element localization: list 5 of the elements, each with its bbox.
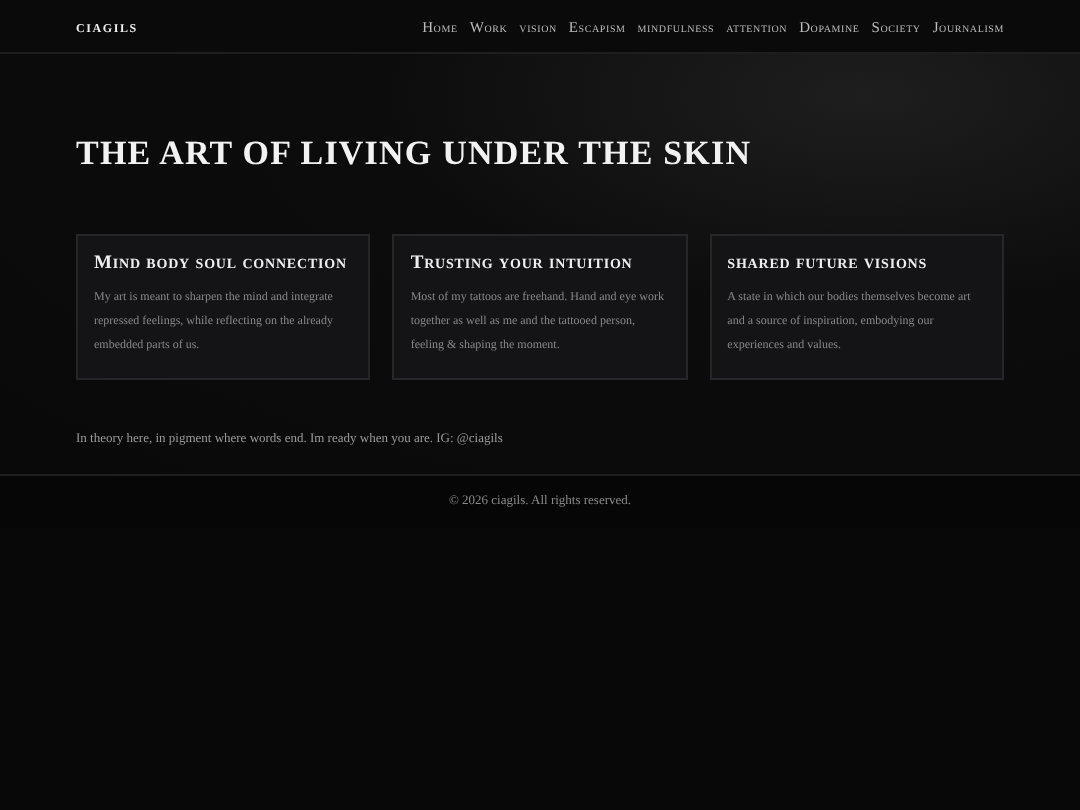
page-title: THE ART OF LIVING UNDER THE SKIN	[76, 134, 754, 174]
card-title: Mind body soul connection	[94, 254, 349, 274]
card-title: shared future visions	[727, 254, 930, 274]
site-logo[interactable]: ciagils	[76, 16, 138, 36]
card-title: Trusting your intuition	[410, 254, 635, 274]
